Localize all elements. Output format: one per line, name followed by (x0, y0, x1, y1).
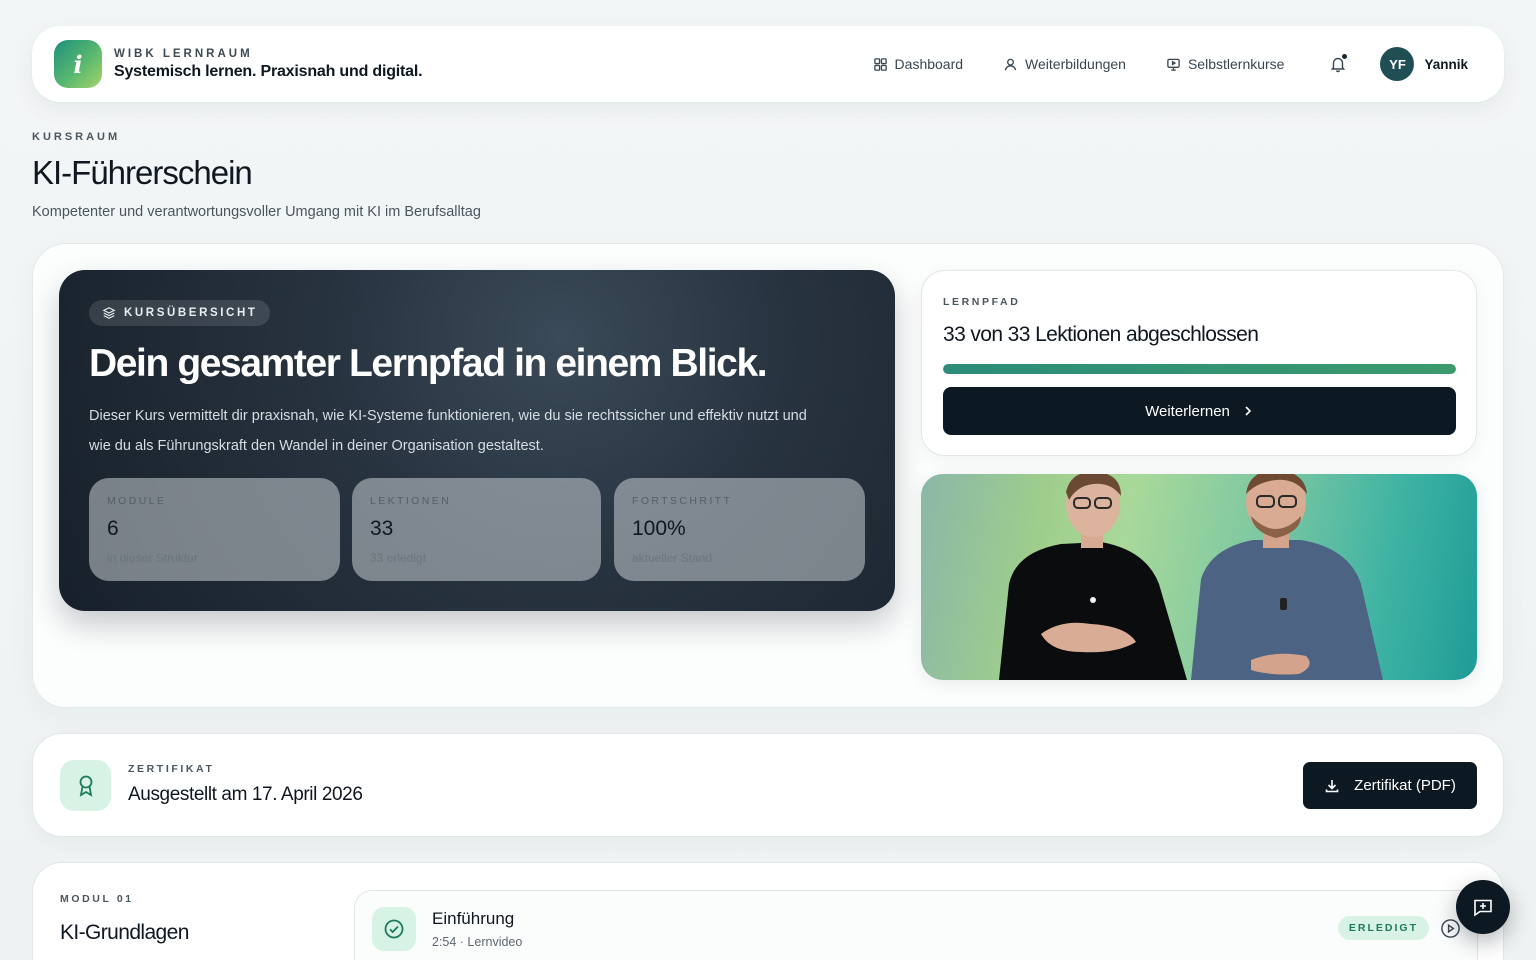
stat-value: 33 (370, 517, 394, 540)
stat-note: in dieser Struktur (107, 551, 198, 565)
progress-fill (943, 364, 1456, 374)
module-title: KI-Grundlagen (60, 921, 189, 944)
stat-note: aktueller Stand (632, 551, 713, 565)
award-icon (60, 760, 111, 811)
stat-label: LEKTIONEN (370, 495, 452, 507)
module-card: MODUL 01 KI-Grundlagen Einführung 2:54 ·… (32, 862, 1504, 960)
nav-dashboard[interactable]: Dashboard (873, 56, 964, 72)
user-icon (1004, 58, 1017, 70)
stat-lektionen: LEKTIONEN 33 33 erledigt (352, 478, 601, 581)
page-kicker: KURSRAUM (32, 131, 121, 143)
nav-selbstlernkurse-label: Selbstlernkurse (1187, 56, 1285, 72)
lesson-item[interactable]: Einführung 2:54 · Lernvideo ERLEDIGT (354, 890, 1478, 960)
stat-note: 33 erledigt (370, 551, 427, 565)
certificate-kicker: ZERTIFIKAT (128, 763, 215, 775)
chat-button[interactable] (1456, 880, 1510, 934)
nav-dashboard-label: Dashboard (894, 56, 964, 72)
nav-weiterbildungen[interactable]: Weiterbildungen (1003, 56, 1126, 72)
progress-bar (943, 364, 1456, 374)
chevron-right-icon (1245, 406, 1252, 416)
hero-badge-label: KURSÜBERSICHT (124, 307, 258, 319)
nav-selbstlernkurse[interactable]: Selbstlernkurse (1166, 56, 1285, 72)
course-video-thumbnail[interactable] (921, 474, 1477, 680)
module-kicker: MODUL 01 (60, 893, 134, 905)
monitor-icon (1167, 58, 1180, 71)
course-hero: KURSÜBERSICHT Dein gesamter Lernpfad in … (59, 270, 895, 611)
continue-learning-button[interactable]: Weiterlernen (943, 387, 1456, 435)
brand-kicker: WIBK LERNRAUM (114, 47, 253, 60)
learning-path-title: 33 von 33 Lektionen abgeschlossen (943, 323, 1259, 346)
stat-value: 6 (107, 517, 119, 540)
continue-learning-label: Weiterlernen (1145, 402, 1230, 420)
top-navigation-bar: i WIBK LERNRAUM Systemisch lernen. Praxi… (32, 26, 1504, 102)
user-name: Yannik (1424, 56, 1468, 72)
play-icon[interactable] (1440, 918, 1461, 939)
message-plus-icon (1474, 899, 1492, 917)
avatar: YF (1380, 47, 1415, 81)
stat-fortschritt: FORTSCHRITT 100% aktueller Stand (614, 478, 865, 581)
hero-badge: KURSÜBERSICHT (89, 300, 271, 326)
certificate-card: ZERTIFIKAT Ausgestellt am 17. April 2026… (32, 733, 1504, 837)
notifications-button[interactable] (1328, 54, 1348, 74)
page-title: KI-Führerschein (32, 154, 253, 191)
check-circle-icon (372, 907, 416, 951)
nav-weiterbildungen-label: Weiterbildungen (1025, 56, 1126, 72)
status-badge: ERLEDIGT (1337, 916, 1429, 940)
user-menu[interactable]: YF Yannik (1380, 47, 1468, 81)
download-certificate-label: Zertifikat (PDF) (1354, 777, 1456, 794)
learning-path-card: LERNPFAD 33 von 33 Lektionen abgeschloss… (921, 270, 1477, 456)
brand-tagline: Systemisch lernen. Praxisnah und digital… (114, 62, 423, 80)
page-subtitle: Kompetenter und verantwortungsvoller Umg… (32, 204, 481, 220)
hero-description: Dieser Kurs vermittelt dir praxisnah, wi… (89, 408, 807, 454)
download-icon (1325, 779, 1339, 792)
stat-value: 100% (632, 517, 686, 540)
lesson-title: Einführung (432, 909, 515, 928)
stat-label: FORTSCHRITT (632, 495, 733, 507)
download-certificate-button[interactable]: Zertifikat (PDF) (1303, 762, 1477, 809)
layers-icon (102, 307, 116, 319)
main-nav: Dashboard Weiterbildungen Selbstlernkurs… (833, 47, 1482, 81)
learning-path-kicker: LERNPFAD (943, 296, 1021, 308)
stat-module: MODULE 6 in dieser Struktur (89, 478, 340, 581)
logo-icon[interactable]: i (54, 40, 102, 88)
presenters-image (999, 474, 1383, 680)
hero-title: Dein gesamter Lernpfad in einem Blick. (89, 342, 768, 385)
brand: WIBK LERNRAUM Systemisch lernen. Praxisn… (114, 47, 423, 81)
lesson-meta: 2:54 · Lernvideo (432, 935, 523, 949)
stat-label: MODULE (107, 495, 167, 507)
grid-icon (873, 57, 887, 71)
certificate-title: Ausgestellt am 17. April 2026 (128, 784, 363, 805)
